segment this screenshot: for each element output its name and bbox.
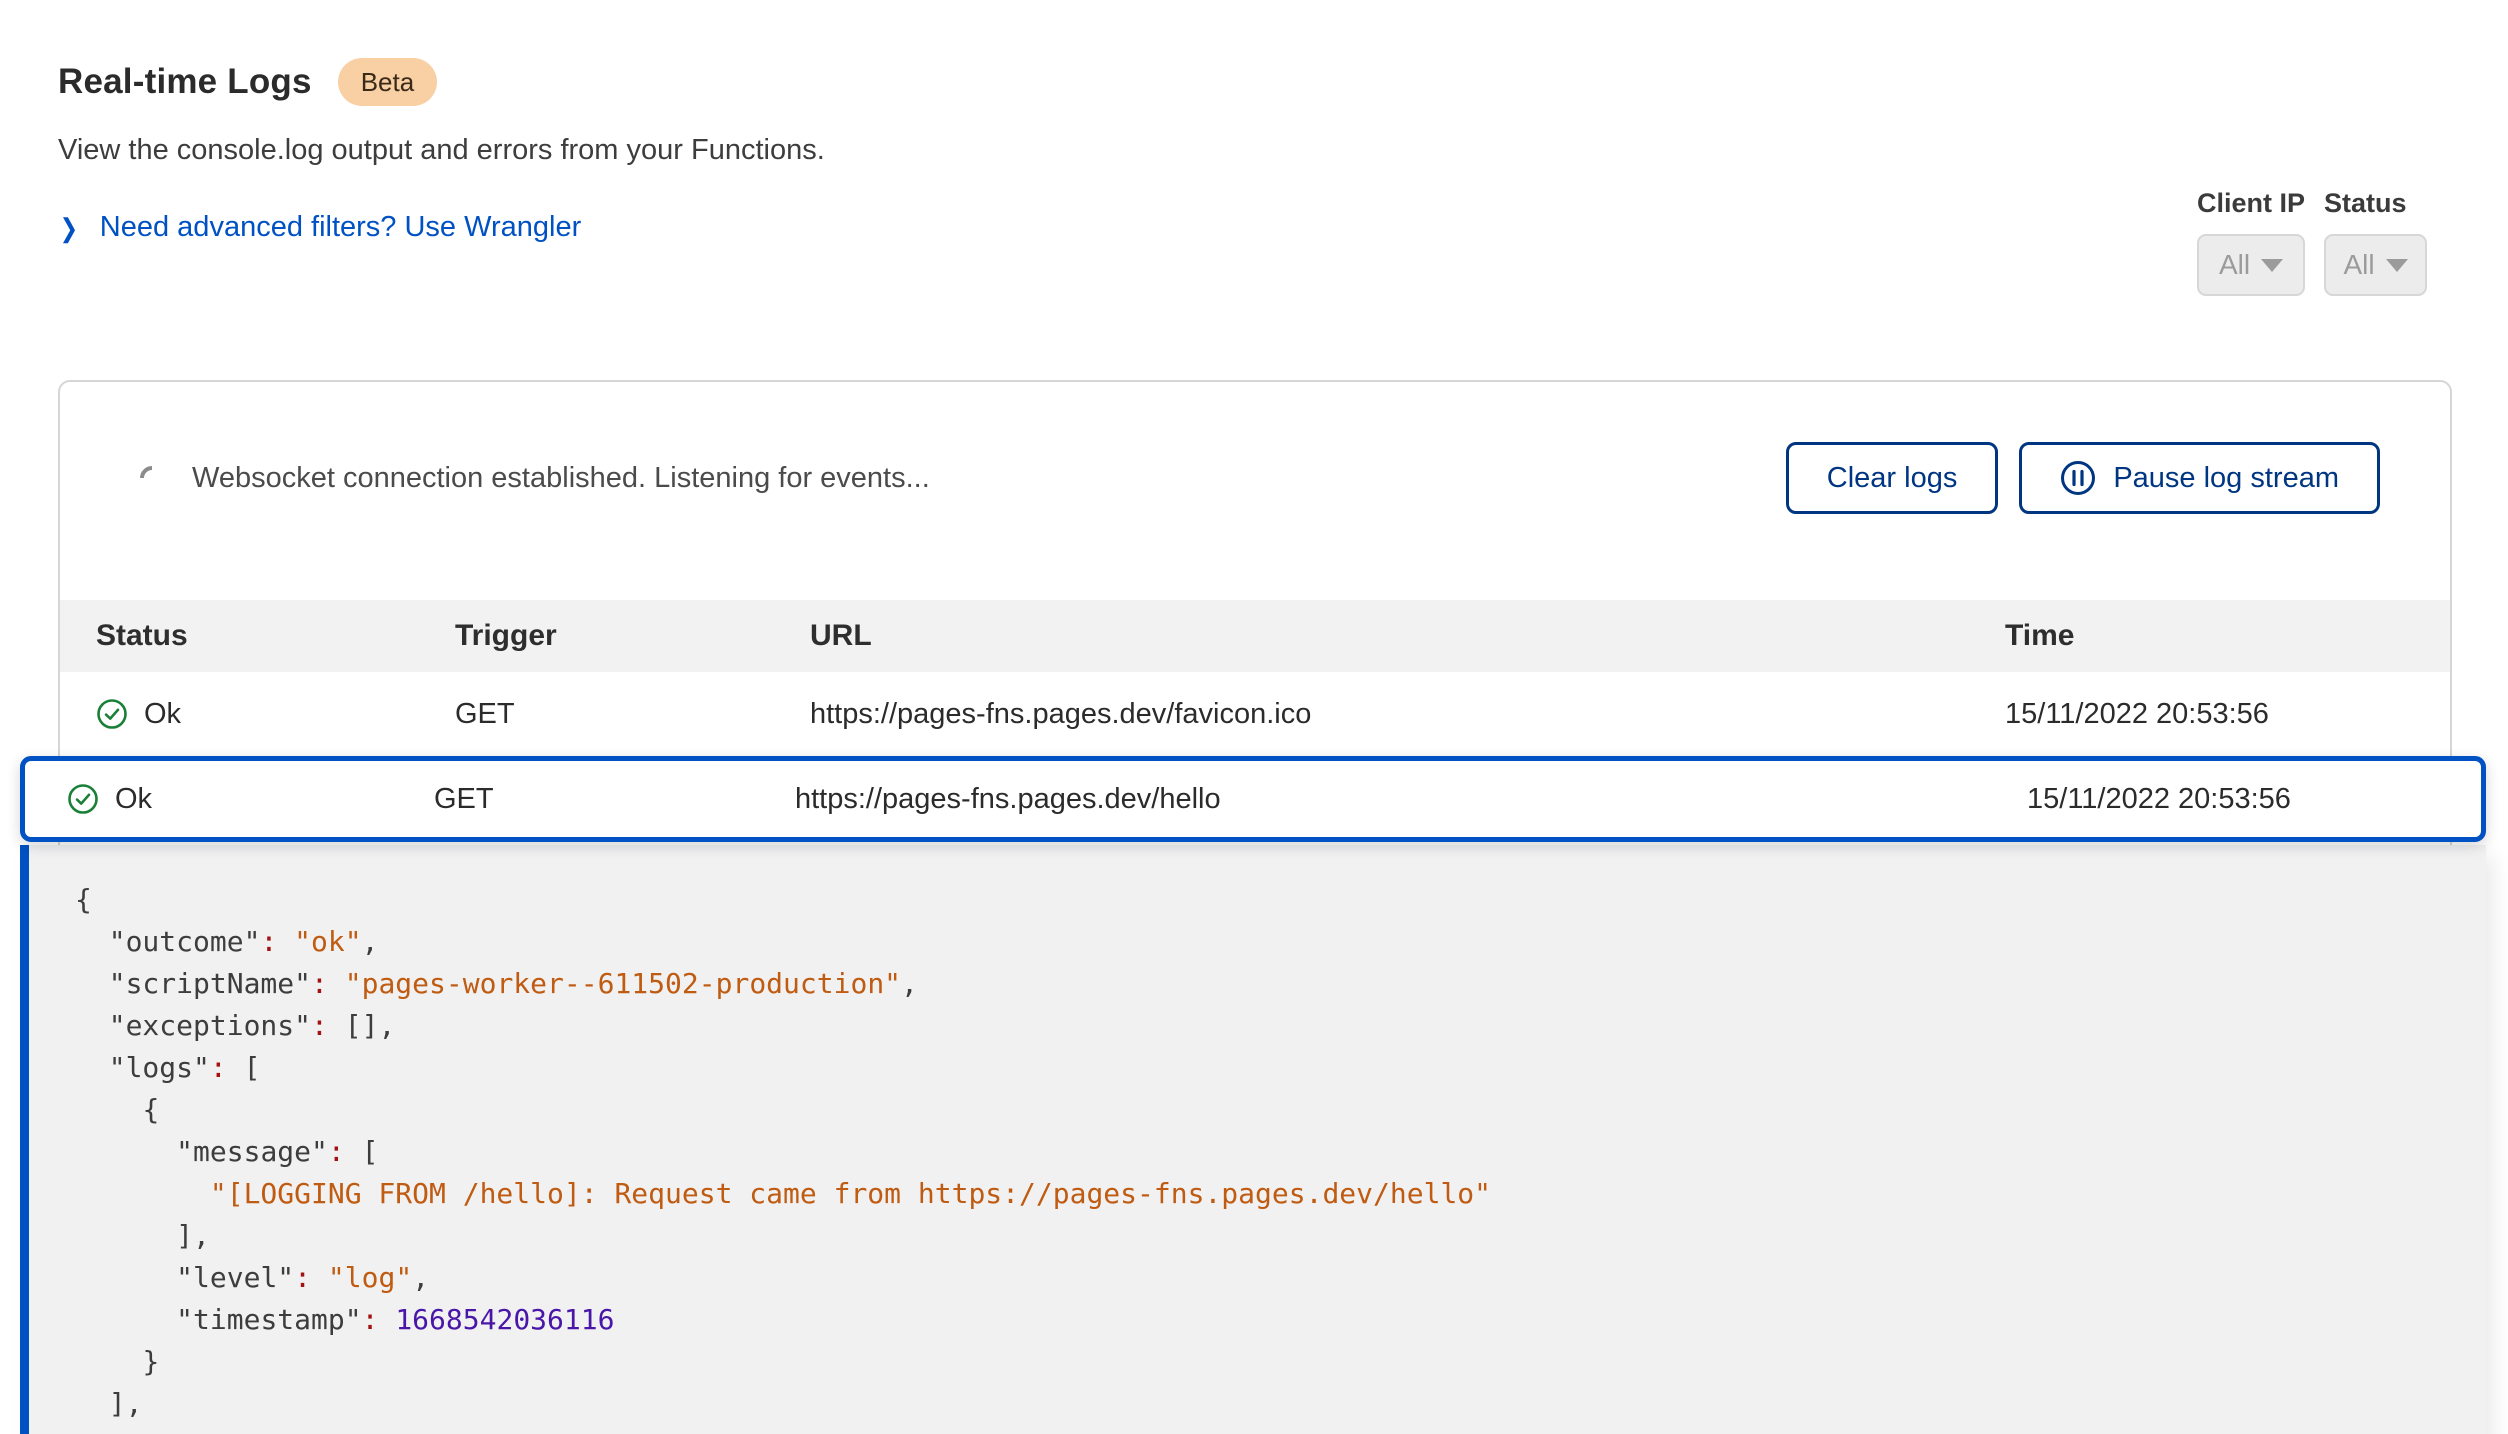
column-header-url: URL (810, 619, 2005, 653)
clear-logs-button[interactable]: Clear logs (1786, 442, 1999, 514)
caret-down-icon (2386, 259, 2408, 272)
client-ip-filter-value: All (2219, 249, 2250, 281)
client-ip-filter-label: Client IP (2197, 188, 2305, 219)
caret-down-icon (2261, 259, 2283, 272)
status-cell: Ok (67, 783, 434, 816)
websocket-status-text: Websocket connection established. Listen… (192, 462, 1786, 495)
status-value: Ok (115, 783, 152, 816)
trigger-value: GET (434, 783, 795, 816)
clear-logs-label: Clear logs (1827, 462, 1958, 495)
page-title: Real-time Logs (58, 62, 312, 102)
check-circle-icon (96, 698, 128, 730)
status-filter-select[interactable]: All (2324, 234, 2427, 296)
filters: Client IP All Status All (2197, 188, 2427, 296)
client-ip-filter-group: Client IP All (2197, 188, 2305, 296)
expanded-log-entry: Ok GET https://pages-fns.pages.dev/hello… (20, 756, 2486, 1434)
time-value: 15/11/2022 20:53:56 (2027, 783, 2481, 816)
code-line: { (75, 1089, 2446, 1131)
column-header-trigger: Trigger (455, 619, 810, 653)
pause-icon (2060, 460, 2096, 496)
code-line: "scriptName": "pages-worker--611502-prod… (75, 963, 2446, 1005)
code-line: ], (75, 1383, 2446, 1425)
beta-badge: Beta (338, 58, 438, 106)
status-filter-value: All (2343, 249, 2374, 281)
code-line: "outcome": "ok", (75, 921, 2446, 963)
check-circle-icon (67, 783, 99, 815)
spinner-icon (135, 461, 169, 495)
url-value: https://pages-fns.pages.dev/favicon.ico (810, 698, 2005, 731)
trigger-value: GET (455, 698, 810, 731)
realtime-logs-screen: Real-time Logs Beta View the console.log… (0, 0, 2508, 1434)
time-value: 15/11/2022 20:53:56 (2005, 698, 2450, 731)
status-value: Ok (144, 698, 181, 731)
code-line: "logs": [ (75, 1047, 2446, 1089)
chevron-right-icon: ❯ (60, 215, 79, 241)
status-filter-label: Status (2324, 188, 2427, 219)
wrangler-row: ❯ Need advanced filters? Use Wrangler (58, 211, 825, 244)
code-line: } (75, 1341, 2446, 1383)
code-line: "level": "log", (75, 1257, 2446, 1299)
pause-log-stream-label: Pause log stream (2113, 462, 2339, 495)
log-json-block: { "outcome": "ok", "scriptName": "pages-… (20, 845, 2486, 1434)
code-line: ], (75, 1215, 2446, 1257)
status-filter-group: Status All (2324, 188, 2427, 296)
log-actions: Clear logs Pause log stream (1786, 442, 2380, 514)
url-value: https://pages-fns.pages.dev/hello (795, 783, 2027, 816)
status-cell: Ok (96, 698, 455, 731)
page-subtitle: View the console.log output and errors f… (58, 134, 825, 167)
column-header-time: Time (2005, 619, 2450, 653)
websocket-status-row: Websocket connection established. Listen… (140, 440, 2380, 516)
client-ip-filter-select[interactable]: All (2197, 234, 2305, 296)
column-header-status: Status (96, 619, 455, 653)
title-row: Real-time Logs Beta (58, 58, 825, 106)
code-line: "timestamp": 1668542036116 (75, 1299, 2446, 1341)
code-line: { (75, 879, 2446, 921)
page-header: Real-time Logs Beta View the console.log… (58, 58, 825, 244)
table-header: Status Trigger URL Time (60, 600, 2450, 672)
log-json-code: { "outcome": "ok", "scriptName": "pages-… (75, 879, 2446, 1425)
wrangler-link[interactable]: Need advanced filters? Use Wrangler (100, 211, 581, 244)
pause-log-stream-button[interactable]: Pause log stream (2019, 442, 2380, 514)
code-line: "exceptions": [], (75, 1005, 2446, 1047)
code-line: "[LOGGING FROM /hello]: Request came fro… (75, 1173, 2446, 1215)
table-row-selected[interactable]: Ok GET https://pages-fns.pages.dev/hello… (20, 756, 2486, 842)
table-row[interactable]: Ok GET https://pages-fns.pages.dev/favic… (60, 672, 2450, 756)
code-line: "message": [ (75, 1131, 2446, 1173)
